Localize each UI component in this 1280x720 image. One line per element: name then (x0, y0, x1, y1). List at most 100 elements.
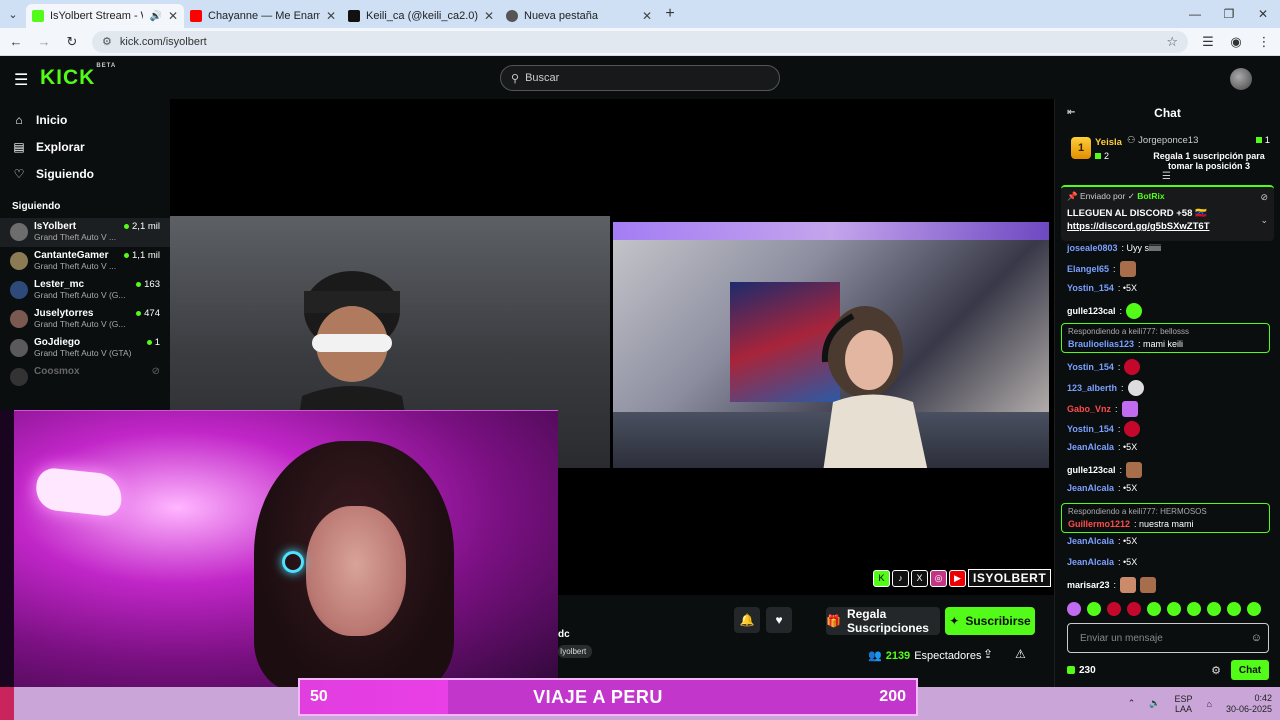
facecam-overlay[interactable] (14, 410, 558, 687)
sidebar-nav-following[interactable]: ♡ Siguiendo (0, 160, 170, 187)
pinned-text: LLEGUEN AL DISCORD +58 🇻🇪 (1067, 208, 1207, 219)
follow-heart-button[interactable]: ♥ (766, 607, 792, 633)
leader-name[interactable]: Yeisla (1095, 137, 1122, 148)
emote-icon[interactable] (1067, 602, 1081, 616)
followed-channel[interactable]: CantanteGamer Grand Theft Auto V ... 1,1… (0, 247, 170, 276)
chat-message: JeanAlcala: •5X (1067, 557, 1138, 567)
taskbar-edge (0, 687, 14, 720)
pinned-link[interactable]: https://discord.gg/g5bSXwZT6T (1067, 221, 1268, 232)
bookmark-star-icon[interactable]: ☆ (1166, 34, 1178, 50)
collapse-chat-icon[interactable]: ⇤ (1067, 107, 1075, 118)
emote-icon[interactable] (1247, 602, 1261, 616)
neon-sign (34, 466, 124, 518)
star-icon: ✦ (949, 614, 960, 628)
chat-footer: 230 ⚙ Chat (1067, 659, 1269, 681)
speaker-icon[interactable]: 🔊 (149, 11, 161, 22)
browser-tab-2[interactable]: Chayanne — Me Enamoré De Ti ✕ (184, 4, 342, 28)
gift-cta[interactable]: Regala 1 suscripción para tomar la posic… (1147, 151, 1271, 171)
kick-logo[interactable]: KICKBETA (40, 63, 116, 90)
notification-bell-button[interactable]: 🔔 (734, 607, 760, 633)
search-icon: ⚲ (511, 72, 520, 85)
send-chat-button[interactable]: Chat (1231, 660, 1269, 680)
emote-icon[interactable] (1207, 602, 1221, 616)
subscribe-button[interactable]: ✦ Suscribirse (945, 607, 1035, 635)
followed-channel[interactable]: Juselytorres Grand Theft Auto V (G... 47… (0, 305, 170, 334)
emoji-icon[interactable]: ☺ (1251, 632, 1262, 644)
browser-menu-icon[interactable]: ⋮ (1256, 34, 1272, 50)
url-field[interactable]: ⚙ kick.com/isyolbert ☆ (92, 30, 1188, 53)
channel-viewers: 2,1 mil (124, 221, 160, 232)
gift-subs-button[interactable]: 🎁 Regala Suscripciones (826, 607, 940, 635)
search-bar[interactable]: ⚲ (500, 65, 780, 91)
heart-icon: ♥ (775, 613, 783, 627)
close-window-icon[interactable]: ✕ (1246, 0, 1280, 28)
channel-viewers: 1,1 mil (124, 250, 160, 261)
system-tray: ⌃ 🔈 ESP LAA ⌂ 0:42 30-06-2025 (1128, 687, 1272, 720)
sidebar-nav-home[interactable]: ⌂ Inicio (0, 106, 170, 133)
emote-icon[interactable] (1127, 602, 1141, 616)
back-icon[interactable]: ← (8, 34, 24, 49)
tab-search-icon[interactable]: ⌄ (0, 0, 26, 28)
followed-channel[interactable]: GoJdiego Grand Theft Auto V (GTA) 1 (0, 334, 170, 363)
chat-input-box[interactable]: ☺ (1067, 623, 1269, 653)
emote-icon[interactable] (1227, 602, 1241, 616)
sidebar-nav-explore[interactable]: ▤ Explorar (0, 133, 170, 160)
followed-channel[interactable]: IsYolbert Grand Theft Auto V ... 2,1 mil (0, 218, 170, 247)
emote-icon[interactable] (1147, 602, 1161, 616)
sidebar: ⌂ Inicio ▤ Explorar ♡ Siguiendo Siguiend… (0, 99, 170, 409)
emote-icon[interactable] (1107, 602, 1121, 616)
live-dot-icon (146, 339, 152, 345)
maximize-icon[interactable]: ❐ (1212, 0, 1246, 28)
browser-tab-1[interactable]: IsYolbert Stream - Watch Live 🔊 ✕ (26, 4, 184, 28)
channel-name: Lester_mc (34, 279, 85, 290)
emote-icon[interactable] (1087, 602, 1101, 616)
followed-channel[interactable]: Coosmox ⊘ (0, 363, 170, 392)
network-icon[interactable]: ⌂ (1207, 699, 1212, 709)
unpin-icon[interactable]: ⊘ (1260, 192, 1268, 203)
share-icon[interactable]: ⇪ (983, 647, 993, 661)
chat-message-input[interactable] (1080, 632, 1251, 644)
followed-channel[interactable]: Lester_mc Grand Theft Auto V (G... 163 (0, 276, 170, 305)
close-tab-icon[interactable]: ✕ (484, 9, 494, 23)
language-indicator[interactable]: ESP LAA (1175, 694, 1193, 714)
chevron-down-icon[interactable]: ⌄ (1260, 215, 1268, 226)
home-icon: ⌂ (15, 112, 23, 127)
extensions-icon[interactable]: ☰ (1200, 34, 1216, 50)
streamer-name: dc (558, 629, 570, 640)
close-tab-icon[interactable]: ✕ (326, 9, 336, 23)
reply-message: Respondiendo a keili777: HERMOSOS Guille… (1061, 503, 1270, 533)
expand-leaderboard-icon[interactable]: ☰ (1162, 171, 1171, 182)
chat-message: joseale0803: Uyy siiiiii (1067, 243, 1162, 253)
chat-title: Chat (1154, 106, 1181, 120)
stream-handle: ISYOLBERT (968, 569, 1052, 587)
gifter-name[interactable]: ⚇ Jorgeponce13 (1127, 135, 1198, 146)
reload-icon[interactable]: ↻ (64, 34, 80, 50)
forward-icon[interactable]: → (36, 34, 52, 49)
clock[interactable]: 0:42 30-06-2025 (1226, 693, 1272, 715)
menu-icon[interactable]: ☰ (14, 70, 28, 90)
emote-icon[interactable] (1167, 602, 1181, 616)
chevron-up-icon[interactable]: ⌃ (1128, 698, 1136, 709)
donation-goal-bar: 50 VIAJE A PERU 200 (298, 678, 918, 716)
viewer-number: 2139 (885, 649, 911, 662)
led-light (613, 222, 1049, 240)
minimize-icon[interactable]: — (1178, 0, 1212, 28)
volume-icon[interactable]: 🔈 (1149, 698, 1160, 709)
report-icon[interactable]: ⚠ (1015, 647, 1026, 661)
emote-icon[interactable] (1187, 602, 1201, 616)
tab-title: IsYolbert Stream - Watch Live (50, 10, 143, 22)
close-tab-icon[interactable]: ✕ (168, 9, 178, 23)
site-info-icon[interactable]: ⚙ (102, 35, 112, 48)
search-input[interactable] (525, 72, 769, 84)
channel-points[interactable]: 230 (1067, 665, 1096, 676)
new-tab-button[interactable]: + (658, 5, 682, 23)
browser-tab-4[interactable]: Nueva pestaña ✕ (500, 4, 658, 28)
streamer-tag[interactable]: Iyolbert (558, 645, 593, 658)
browser-tab-3[interactable]: Keili_ca (@keili_ca2.0) | TikTok ✕ (342, 4, 500, 28)
reply-reference: Respondiendo a keili777: HERMOSOS (1068, 507, 1207, 516)
close-tab-icon[interactable]: ✕ (642, 9, 652, 23)
user-avatar[interactable] (1230, 68, 1252, 90)
chat-settings-icon[interactable]: ⚙ (1211, 664, 1221, 677)
goal-title: VIAJE A PERU (533, 686, 663, 707)
profile-icon[interactable]: ◉ (1228, 34, 1244, 50)
